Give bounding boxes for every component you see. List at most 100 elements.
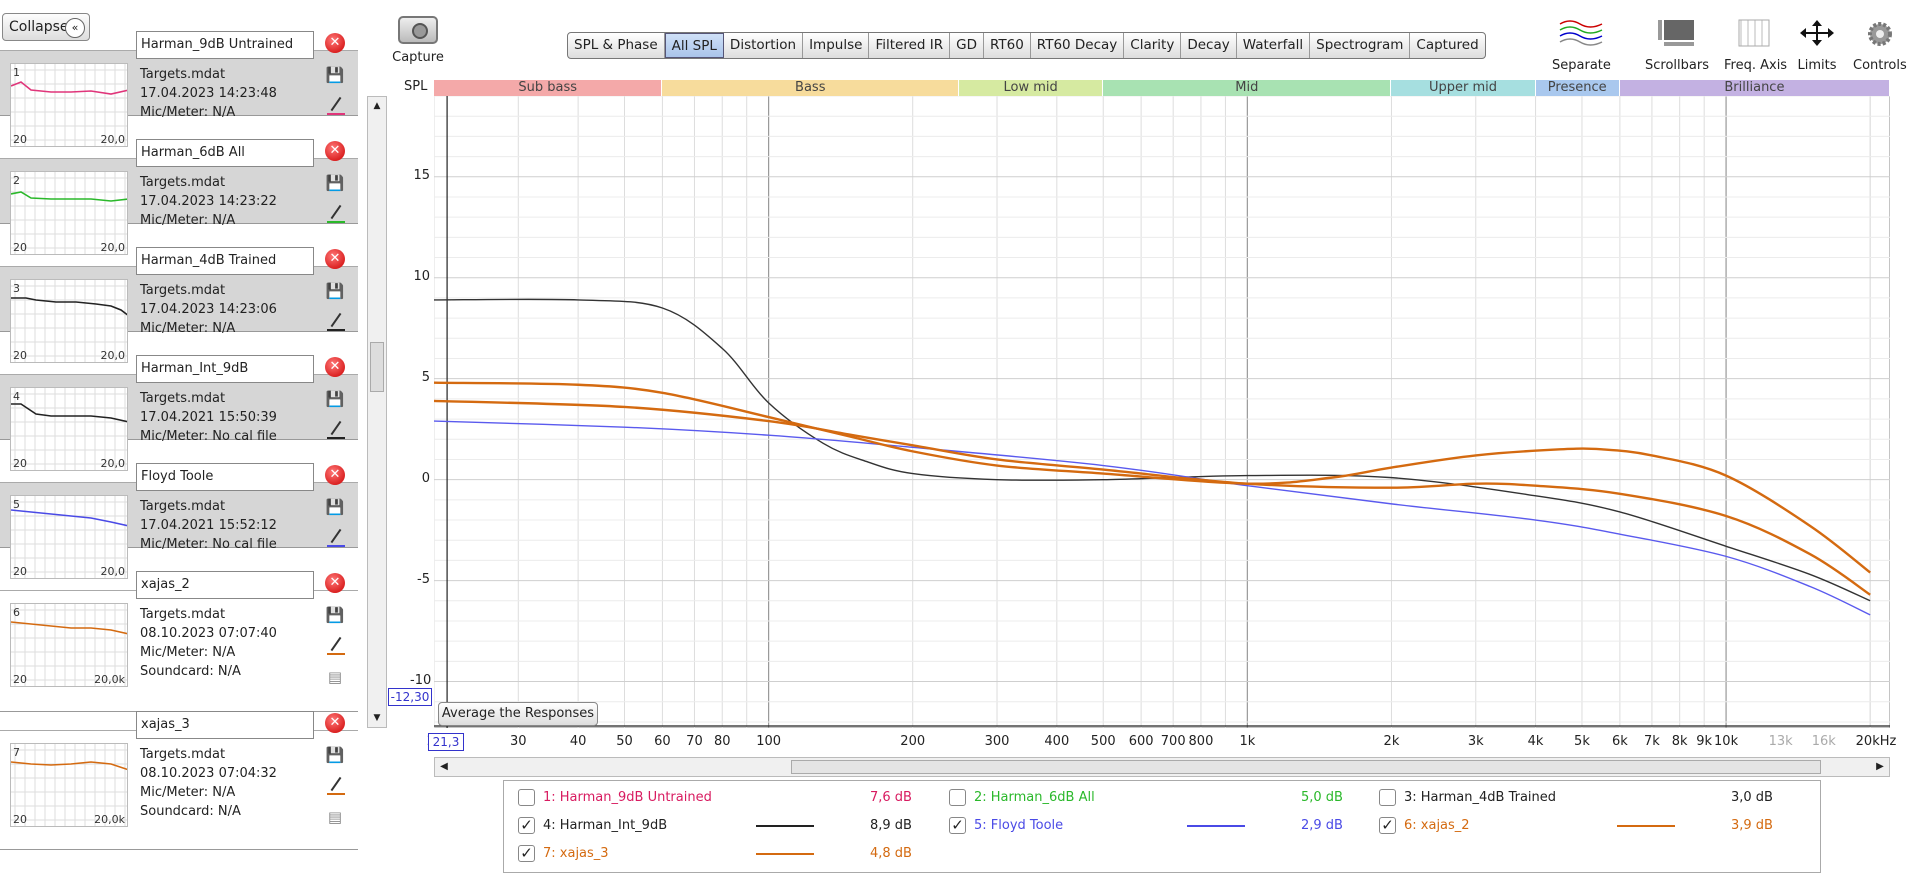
tab-spectrogram[interactable]: Spectrogram xyxy=(1310,33,1411,58)
tab-rt60-decay[interactable]: RT60 Decay xyxy=(1031,33,1125,58)
legend-item[interactable]: ✓ 6: xajas_2 3,9 dB xyxy=(1379,815,1799,837)
remove-measurement-icon[interactable]: ✕ xyxy=(325,465,345,485)
tab-spl-phase[interactable]: SPL & Phase xyxy=(568,33,665,58)
scroll-down-arrow-icon[interactable]: ▼ xyxy=(368,709,386,727)
tool-label: Controls xyxy=(1853,58,1907,73)
measurement-thumbnail[interactable]: 3 20 20,0 xyxy=(10,279,128,363)
remove-measurement-icon[interactable]: ✕ xyxy=(325,573,345,593)
tab-filtered-ir[interactable]: Filtered IR xyxy=(869,33,951,58)
legend-swatch xyxy=(1187,825,1245,827)
measurement-name-field[interactable]: Harman_6dB All xyxy=(136,139,314,167)
measurement-card[interactable]: 6 20 20,0k xajas_2 Targets.mdat 08.10.2023 07… xyxy=(0,571,358,712)
save-measurement-icon[interactable]: 💾 xyxy=(325,605,345,625)
tab-gd[interactable]: GD xyxy=(950,33,984,58)
tool-freq-axis[interactable]: Freq. Axis xyxy=(1724,16,1787,73)
thumbnail-curve xyxy=(11,403,127,423)
collapse-button[interactable]: Collapse « xyxy=(2,13,90,41)
measurement-thumbnail[interactable]: 6 20 20,0k xyxy=(10,603,128,687)
y-tick-label: 0 xyxy=(421,470,430,486)
x-tick-label: 300 xyxy=(984,734,1010,749)
sidebar-scrollbar[interactable]: ▲ ▼ xyxy=(367,96,387,728)
legend-item[interactable]: 2: Harman_6dB All 5,0 dB xyxy=(949,787,1369,809)
line-color-pen-icon[interactable] xyxy=(325,203,345,223)
legend-checkbox[interactable]: ✓ xyxy=(1379,817,1396,834)
graph-h-scroll-thumb[interactable] xyxy=(791,760,1821,774)
save-measurement-icon[interactable]: 💾 xyxy=(325,173,345,193)
remove-measurement-icon[interactable]: ✕ xyxy=(325,713,345,733)
measurement-thumbnail[interactable]: 1 20 20,0 xyxy=(10,63,128,147)
measurement-thumbnail[interactable]: 7 20 20,0k xyxy=(10,743,128,827)
measurement-name-field[interactable]: Harman_Int_9dB xyxy=(136,355,314,383)
legend-checkbox[interactable] xyxy=(949,789,966,806)
legend-label: 4: Harman_Int_9dB xyxy=(543,818,668,833)
measurement-card[interactable]: 5 20 20,0 Floyd Toole Targets.mdat 17.04.2021… xyxy=(0,463,358,579)
tab-waterfall[interactable]: Waterfall xyxy=(1237,33,1311,58)
measurement-name-field[interactable]: xajas_2 xyxy=(136,571,314,599)
tool-separate[interactable]: Separate xyxy=(1552,16,1611,73)
remove-measurement-icon[interactable]: ✕ xyxy=(325,249,345,269)
tab-decay[interactable]: Decay xyxy=(1181,33,1237,58)
tool-limits[interactable]: Limits xyxy=(1794,16,1840,73)
measurement-card[interactable]: 4 20 20,0 Harman_Int_9dB Targets.mdat 17.04.2… xyxy=(0,355,358,471)
save-measurement-icon[interactable]: 💾 xyxy=(325,497,345,517)
measurement-thumbnail[interactable]: 5 20 20,0 xyxy=(10,495,128,579)
graph-h-scrollbar[interactable]: ◀ ▶ xyxy=(434,757,1890,777)
measurement-card[interactable]: 3 20 20,0 Harman_4dB Trained Targets.mdat 17.… xyxy=(0,247,358,363)
legend-checkbox[interactable]: ✓ xyxy=(518,817,535,834)
tab-all-spl[interactable]: All SPL xyxy=(664,33,724,58)
legend-item[interactable]: 1: Harman_9dB Untrained 7,6 dB xyxy=(518,787,938,809)
measurement-name-field[interactable]: Floyd Toole xyxy=(136,463,314,491)
line-color-pen-icon[interactable] xyxy=(325,419,345,439)
legend-swatch xyxy=(1617,825,1675,827)
x-tick-label: 70 xyxy=(686,734,703,749)
measurement-card[interactable]: 7 20 20,0k xajas_3 Targets.mdat 08.10.2023 07… xyxy=(0,711,358,850)
line-color-pen-icon[interactable] xyxy=(325,775,345,795)
measurement-name-field[interactable]: xajas_3 xyxy=(136,711,314,739)
sidebar-scroll-thumb[interactable] xyxy=(370,342,384,392)
measurement-mic: Mic/Meter: No cal file xyxy=(140,537,277,552)
spl-plot[interactable] xyxy=(434,96,1890,728)
legend-checkbox[interactable] xyxy=(1379,789,1396,806)
tab-distortion[interactable]: Distortion xyxy=(724,33,804,58)
save-measurement-icon[interactable]: 💾 xyxy=(325,65,345,85)
thumbnail-number: 4 xyxy=(13,390,20,403)
line-color-pen-icon[interactable] xyxy=(325,527,345,547)
save-measurement-icon[interactable]: 💾 xyxy=(325,281,345,301)
tab-captured[interactable]: Captured xyxy=(1410,33,1484,58)
line-color-pen-icon[interactable] xyxy=(325,635,345,655)
legend-item[interactable]: ✓ 4: Harman_Int_9dB 8,9 dB xyxy=(518,815,938,837)
remove-measurement-icon[interactable]: ✕ xyxy=(325,357,345,377)
measurement-thumbnail[interactable]: 4 20 20,0 xyxy=(10,387,128,471)
thumbnail-number: 6 xyxy=(13,606,20,619)
legend-checkbox[interactable] xyxy=(518,789,535,806)
notes-icon[interactable]: ▤ xyxy=(325,807,345,827)
legend-checkbox[interactable]: ✓ xyxy=(518,845,535,862)
average-responses-button[interactable]: Average the Responses xyxy=(438,702,598,726)
scroll-left-arrow-icon[interactable]: ◀ xyxy=(435,758,453,776)
tab-impulse[interactable]: Impulse xyxy=(803,33,870,58)
measurement-card[interactable]: 1 20 20,0 Harman_9dB Untrained Targets.mdat 1… xyxy=(0,31,358,147)
tab-rt60[interactable]: RT60 xyxy=(984,33,1031,58)
scroll-up-arrow-icon[interactable]: ▲ xyxy=(368,97,386,115)
notes-icon[interactable]: ▤ xyxy=(325,667,345,687)
line-color-pen-icon[interactable] xyxy=(325,95,345,115)
measurement-name-field[interactable]: Harman_4dB Trained xyxy=(136,247,314,275)
measurement-card[interactable]: 2 20 20,0 Harman_6dB All Targets.mdat 17.04.2… xyxy=(0,139,358,255)
scroll-right-arrow-icon[interactable]: ▶ xyxy=(1871,758,1889,776)
line-color-pen-icon[interactable] xyxy=(325,311,345,331)
legend-item[interactable]: ✓ 7: xajas_3 4,8 dB xyxy=(518,843,938,865)
legend-item[interactable]: 3: Harman_4dB Trained 3,0 dB xyxy=(1379,787,1799,809)
tool-controls[interactable]: Controls xyxy=(1853,16,1907,73)
save-measurement-icon[interactable]: 💾 xyxy=(325,389,345,409)
save-measurement-icon[interactable]: 💾 xyxy=(325,745,345,765)
legend-item[interactable]: ✓ 5: Floyd Toole 2,9 dB xyxy=(949,815,1369,837)
capture-button[interactable]: Capture xyxy=(392,16,444,65)
tab-clarity[interactable]: Clarity xyxy=(1124,33,1182,58)
band-sub-bass: Sub bass xyxy=(434,80,663,96)
remove-measurement-icon[interactable]: ✕ xyxy=(325,33,345,53)
measurement-thumbnail[interactable]: 2 20 20,0 xyxy=(10,171,128,255)
legend-checkbox[interactable]: ✓ xyxy=(949,817,966,834)
remove-measurement-icon[interactable]: ✕ xyxy=(325,141,345,161)
measurement-name-field[interactable]: Harman_9dB Untrained xyxy=(136,31,314,59)
tool-scrollbars[interactable]: Scrollbars xyxy=(1645,16,1709,73)
